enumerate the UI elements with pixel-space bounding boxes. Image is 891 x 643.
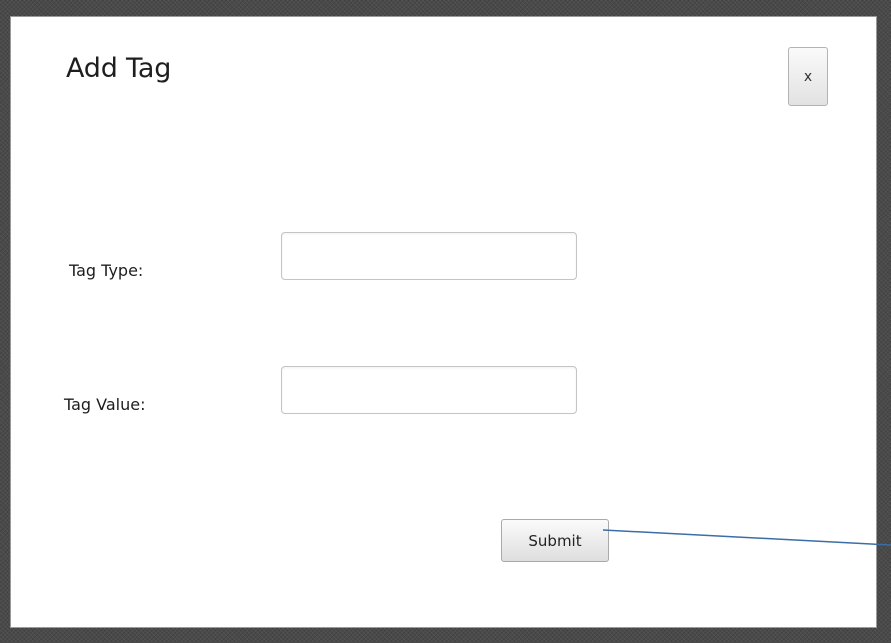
close-icon: x [803,68,813,85]
tag-value-input[interactable] [281,366,577,414]
submit-button[interactable]: Submit [501,519,609,562]
dialog-title: Add Tag [66,53,172,84]
submit-button-label: Submit [528,531,582,550]
tag-type-input[interactable] [281,232,577,280]
close-button[interactable]: x [788,47,828,106]
tag-type-label: Tag Type: [69,261,144,280]
tag-value-label: Tag Value: [64,395,146,414]
add-tag-dialog: Add Tag x Tag Type: Tag Value: Submit [10,16,877,628]
